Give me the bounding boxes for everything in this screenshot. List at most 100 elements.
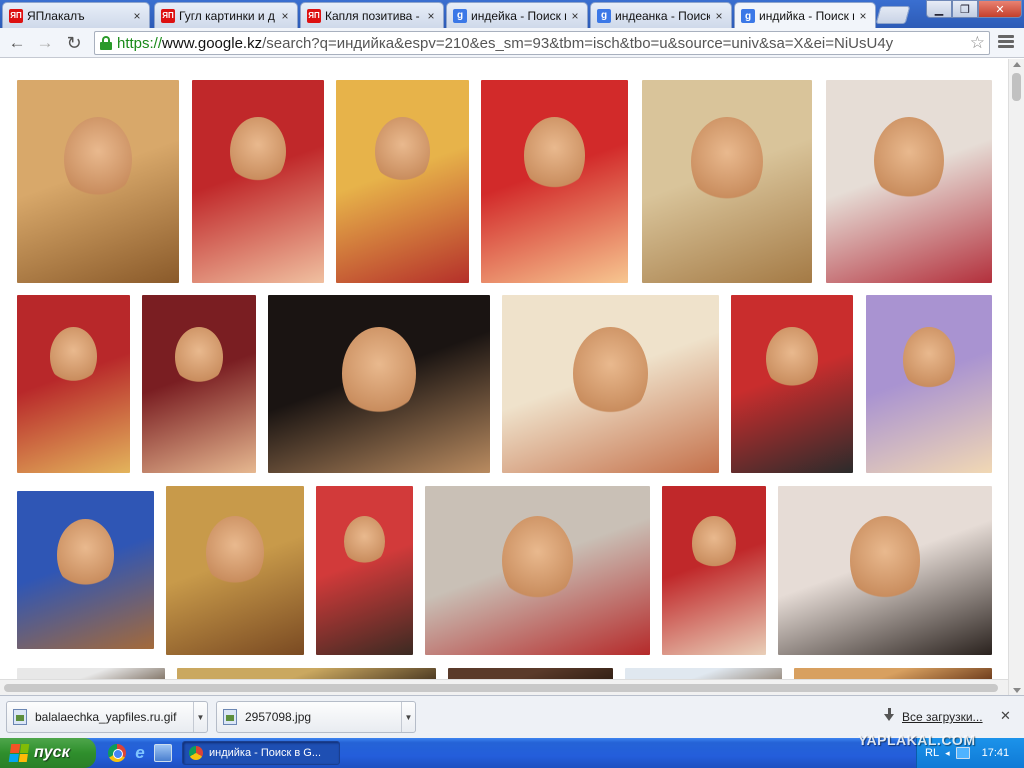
image-result-thumbnail[interactable] [794,668,992,679]
image-result-thumbnail[interactable] [17,668,165,679]
download-item[interactable]: 2957098.jpg ▼ [216,701,416,733]
tab-label: индийка - Поиск в [759,9,854,23]
image-result-thumbnail[interactable] [142,295,256,473]
image-result-thumbnail[interactable] [192,80,324,283]
taskbar-window-label: индийка - Поиск в G... [209,747,322,759]
tab-indeanka[interactable]: g индеанка - Поиск × [590,2,732,28]
download-filename: 2957098.jpg [245,710,312,724]
taskbar-chrome-window[interactable]: индийка - Поиск в G... [182,741,340,765]
portrait-face [206,516,264,589]
close-icon[interactable]: × [713,9,725,23]
url-scheme: https:// [117,34,163,52]
image-file-icon [13,709,27,725]
image-result-thumbnail[interactable] [642,80,812,283]
show-all-downloads-link[interactable]: Все загрузки... [902,710,983,724]
yaplakal-icon: ЯП [9,8,23,23]
address-bar[interactable]: https://www.google.kz/search?q=индийка&e… [94,31,990,55]
tab-label: ЯПлакалъ [27,8,85,23]
image-result-thumbnail[interactable] [826,80,992,283]
portrait-face [523,116,586,194]
google-icon: g [597,8,611,23]
start-button[interactable]: пуск [0,738,96,768]
portrait-face [374,116,431,187]
google-icon: g [741,9,755,23]
new-tab-button[interactable] [875,6,911,24]
image-result-thumbnail[interactable] [17,295,130,473]
close-icon[interactable]: × [569,9,581,23]
close-icon[interactable]: × [279,9,291,23]
bookmark-star-icon[interactable]: ☆ [970,33,985,53]
tab-label: индейка - Поиск в [471,8,566,23]
tab-label: индеанка - Поиск [615,8,710,23]
tab-google-images[interactable]: ЯП Гугл картинки и д × [154,2,298,28]
close-icon[interactable]: × [857,9,869,23]
image-file-icon [223,709,237,725]
image-result-thumbnail[interactable] [731,295,853,473]
image-result-thumbnail[interactable] [425,486,650,655]
reload-icon[interactable]: ↻ [63,32,85,54]
start-label: пуск [34,744,70,761]
image-result-thumbnail[interactable] [866,295,992,473]
google-icon: g [453,8,467,23]
image-result-thumbnail[interactable] [17,80,179,283]
chrome-icon[interactable] [108,744,126,762]
image-result-thumbnail[interactable] [502,295,719,473]
image-result-thumbnail[interactable] [268,295,490,473]
url-host: www.google.kz [162,34,263,52]
windows-logo-icon [8,744,30,762]
close-window-button[interactable]: ✕ [978,0,1022,18]
close-download-bar-icon[interactable]: ✕ [1000,708,1011,724]
portrait-face [56,519,115,592]
image-result-thumbnail[interactable] [625,668,782,679]
minimize-button[interactable]: ▁ [926,0,952,18]
url-text[interactable]: https://www.google.kz/search?q=индийка&e… [117,35,893,52]
portrait-face [573,327,648,421]
chevron-down-icon[interactable]: ▼ [401,702,415,732]
image-result-thumbnail[interactable] [778,486,992,655]
image-result-thumbnail[interactable] [481,80,628,283]
tab-kaplya-pozitiva[interactable]: ЯП Капля позитива - × [300,2,444,28]
clock: 17:41 [981,747,1010,759]
portrait-face [502,516,573,606]
tab-indeyka[interactable]: g индейка - Поиск в × [446,2,588,28]
portrait-face [341,327,417,421]
portrait-face [849,516,921,606]
show-desktop-icon[interactable] [154,744,172,762]
tab-strip: ЯП ЯПлакалъ × ЯП Гугл картинки и д × ЯП … [0,0,1024,29]
browser-toolbar: ← → ↻ https://www.google.kz/search?q=инд… [0,28,1024,58]
language-indicator[interactable]: RL [925,747,939,759]
lock-icon [99,36,113,50]
close-icon[interactable]: × [425,9,437,23]
portrait-face [691,116,763,206]
horizontal-scrollbar[interactable] [0,679,1008,695]
portrait-face [692,516,736,571]
portrait-face [175,327,223,387]
image-result-thumbnail[interactable] [662,486,766,655]
yaplakal-icon: ЯП [307,8,321,23]
tab-indiyka-active[interactable]: g индийка - Поиск в × [734,2,876,29]
image-result-thumbnail[interactable] [448,668,613,679]
download-item[interactable]: balalaechka_yapfiles.ru.gif ▼ [6,701,208,733]
image-result-thumbnail[interactable] [166,486,304,655]
portrait-face [63,116,132,202]
url-path: /search?q=индийка&espv=210&es_sm=93&tbm=… [262,34,894,52]
menu-icon[interactable] [998,35,1014,49]
yaplakal-icon: ЯП [161,8,175,23]
show-all-downloads[interactable]: Все загрузки... [884,707,983,724]
image-result-thumbnail[interactable] [177,668,436,679]
maximize-button[interactable]: ❐ [952,0,978,18]
forward-arrow-icon[interactable]: → [34,32,56,54]
download-filename: balalaechka_yapfiles.ru.gif [35,710,177,724]
tray-expand-icon[interactable]: ◂ [945,748,950,759]
image-result-thumbnail[interactable] [17,491,154,649]
close-icon[interactable]: × [131,9,143,23]
image-result-thumbnail[interactable] [336,80,469,283]
chevron-down-icon[interactable]: ▼ [193,702,207,732]
portrait-face [49,327,98,387]
vertical-scrollbar[interactable] [1008,59,1024,699]
image-result-thumbnail[interactable] [316,486,413,655]
back-arrow-icon[interactable]: ← [6,32,28,54]
network-icon[interactable] [955,747,970,759]
tab-yaplakal[interactable]: ЯП ЯПлакалъ × [2,2,150,28]
internet-explorer-icon[interactable]: e [131,744,149,762]
